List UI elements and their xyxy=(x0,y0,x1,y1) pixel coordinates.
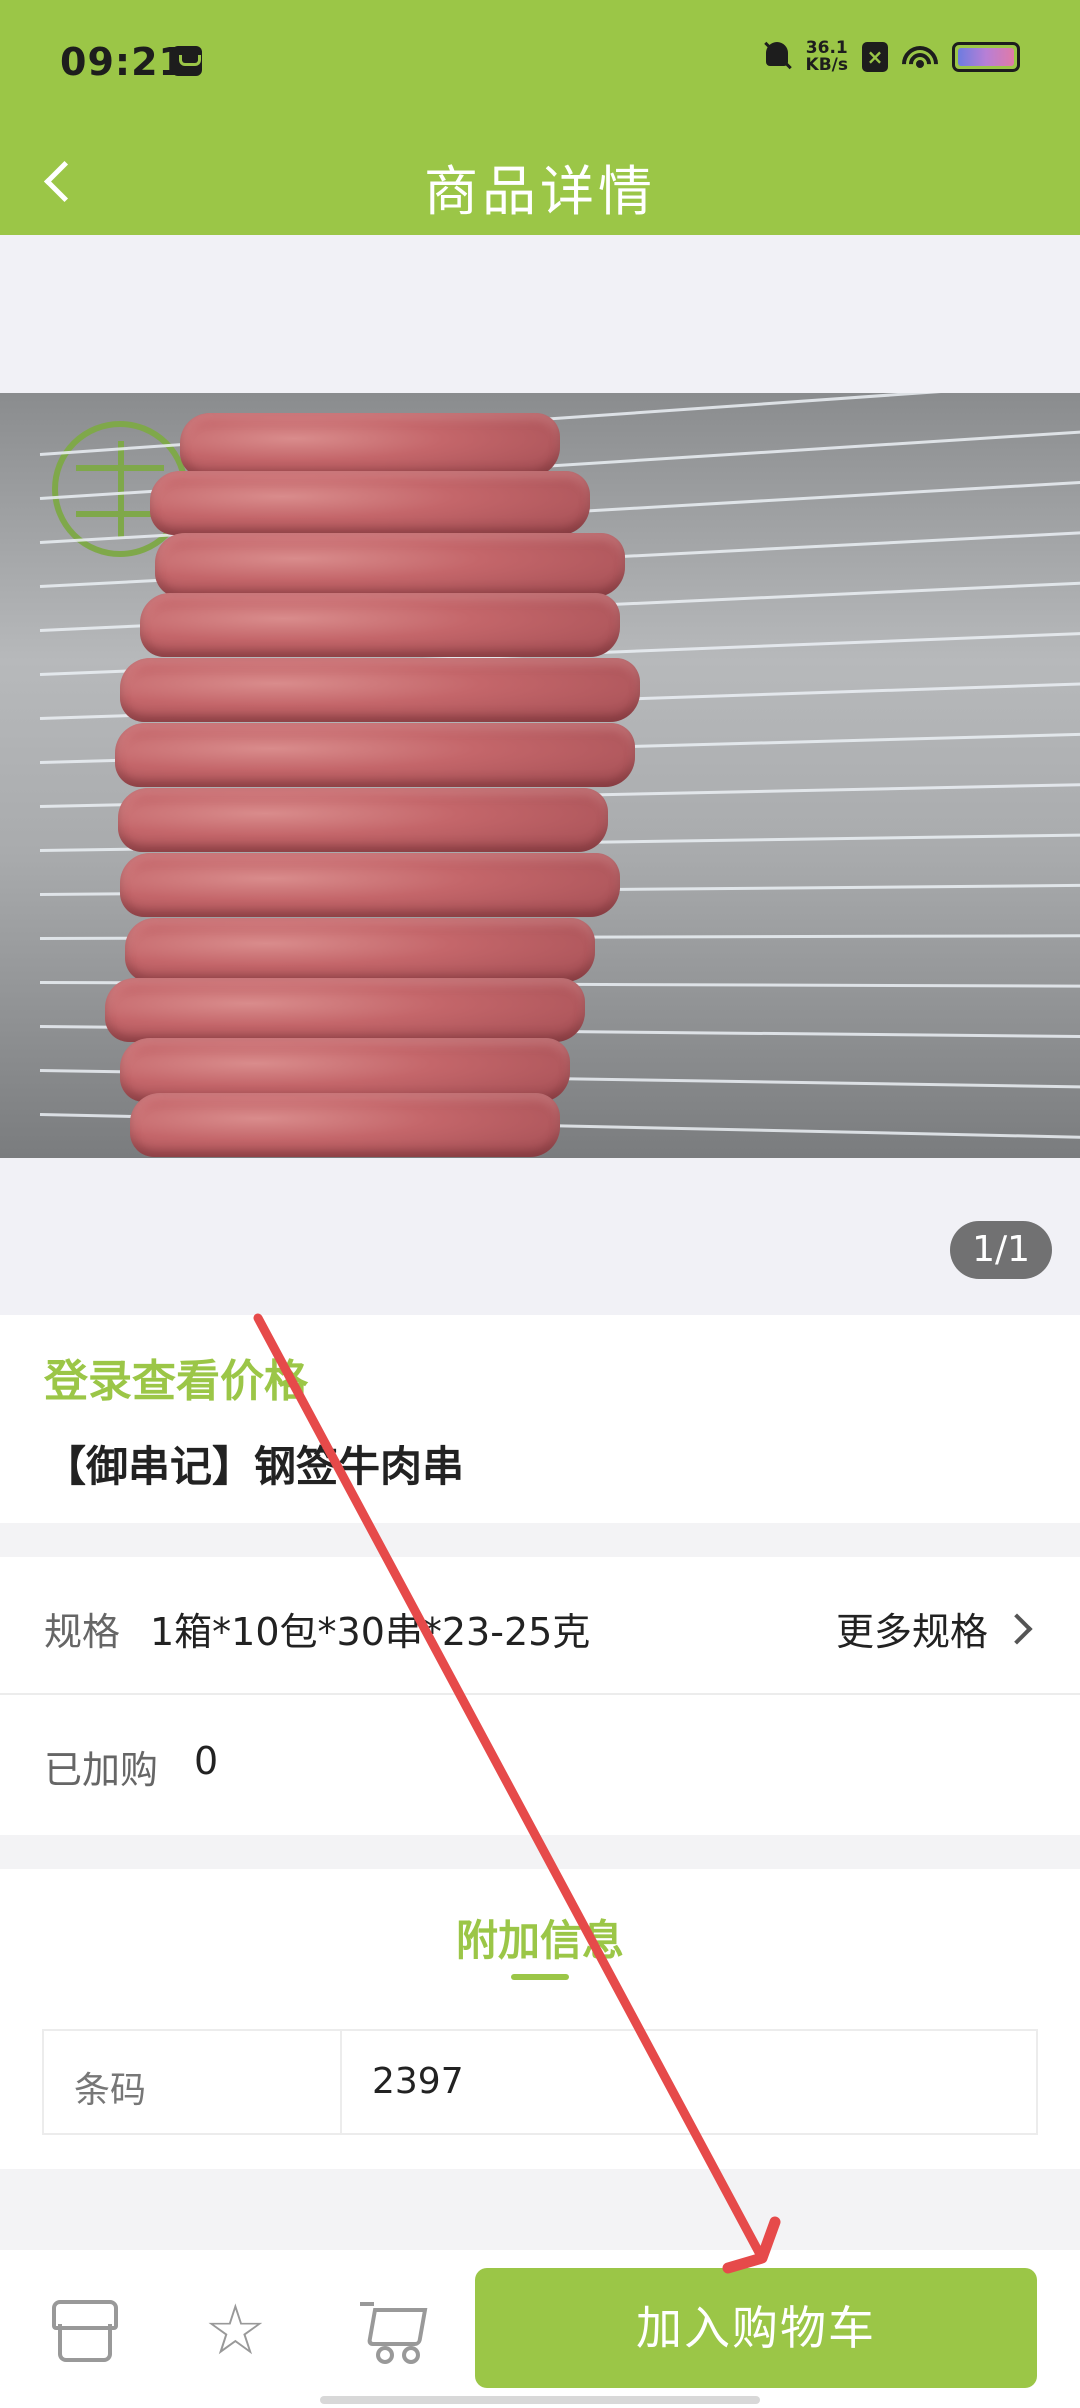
more-specs-button[interactable]: 更多规格 xyxy=(836,1601,1036,1656)
meat-skewer xyxy=(120,853,620,917)
chevron-right-icon xyxy=(1001,1612,1033,1645)
add-to-cart-button[interactable]: 加入购物车 xyxy=(475,2268,1037,2388)
meat-skewer xyxy=(140,593,620,657)
meat-skewer xyxy=(130,1093,560,1157)
extra-info-card: 附加信息 条码 2397 xyxy=(0,1869,1080,2169)
bottom-action-bar: ☆ 加入购物车 xyxy=(0,2250,1080,2408)
page-title: 商品详情 xyxy=(424,160,656,223)
status-bar: 09:21 36.1 KB/s × xyxy=(0,0,1080,125)
spec-card: 规格 1箱*10包*30串*23-25克 更多规格 已加购 0 xyxy=(0,1557,1080,1835)
status-icons: 36.1 KB/s × xyxy=(762,40,1020,74)
meat-skewer xyxy=(105,978,585,1042)
meat-skewer xyxy=(155,533,625,597)
meat-skewer xyxy=(115,723,635,787)
product-image-gallery[interactable]: 1/1 xyxy=(0,235,1080,1315)
more-specs-label: 更多规格 xyxy=(835,1610,988,1654)
network-speed: 36.1 KB/s xyxy=(806,40,848,74)
added-row: 已加购 0 xyxy=(0,1695,1080,1833)
app-header: 商品详情 xyxy=(0,125,1080,235)
home-indicator[interactable] xyxy=(320,2396,760,2404)
meat-skewer xyxy=(150,471,590,535)
meat-skewer xyxy=(125,918,595,982)
login-to-view-price-link[interactable]: 登录查看价格 xyxy=(44,1345,308,1409)
message-notification-icon xyxy=(172,46,202,76)
product-photo xyxy=(0,393,1080,1158)
meat-skewer xyxy=(120,658,640,722)
added-label: 已加购 xyxy=(44,1748,159,1792)
tab-active-indicator xyxy=(511,1974,569,1980)
wifi-icon xyxy=(902,42,938,72)
meat-skewer xyxy=(118,788,608,852)
network-speed-unit: KB/s xyxy=(805,55,848,75)
barcode-label: 条码 xyxy=(44,2031,342,2133)
spec-label: 规格 xyxy=(44,1610,121,1654)
spec-value: 1箱*10包*30串*23-25克 xyxy=(150,1610,591,1654)
favorite-star-icon[interactable]: ☆ xyxy=(204,2295,267,2365)
status-time: 09:21 xyxy=(60,40,186,84)
product-info-card: 登录查看价格 【御串记】钢签牛肉串 xyxy=(0,1315,1080,1523)
product-detail-page: 09:21 36.1 KB/s × 商品详情 1/1 登录查看价格 【御串记】钢… xyxy=(0,0,1080,2408)
product-name: 【御串记】钢签牛肉串 xyxy=(44,1442,465,1491)
image-counter: 1/1 xyxy=(950,1221,1052,1279)
mute-bell-icon xyxy=(762,40,792,74)
battery-icon xyxy=(952,42,1020,72)
barcode-value: 2397 xyxy=(372,2061,464,2102)
added-value: 0 xyxy=(194,1739,219,1783)
sim-x-icon: × xyxy=(862,42,888,72)
attribute-table-row: 条码 2397 xyxy=(42,2029,1038,2135)
extra-info-tab[interactable]: 附加信息 xyxy=(0,1907,1080,1968)
store-icon[interactable] xyxy=(50,2300,118,2362)
spec-row[interactable]: 规格 1箱*10包*30串*23-25克 更多规格 xyxy=(0,1557,1080,1695)
meat-skewer xyxy=(180,413,560,477)
cart-icon[interactable] xyxy=(360,2300,422,2364)
